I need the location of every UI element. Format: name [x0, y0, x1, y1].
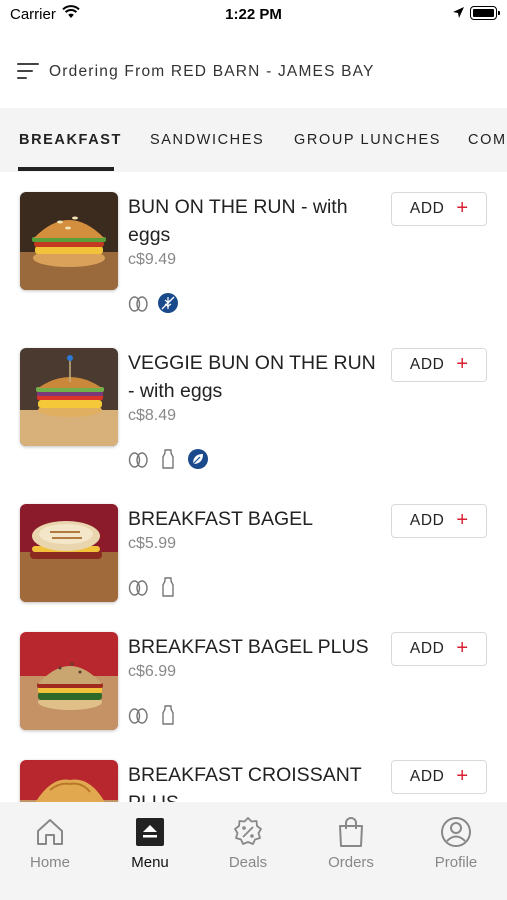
- home-icon[interactable]: [34, 816, 66, 848]
- add-button[interactable]: ADD +: [391, 348, 487, 382]
- plus-icon[interactable]: +: [456, 198, 468, 218]
- status-bar: Carrier 1:22 PM: [0, 0, 507, 30]
- milk-bottle-icon: [162, 449, 174, 469]
- dietary-badges: [127, 576, 179, 598]
- nav-orders[interactable]: Orders: [301, 802, 401, 882]
- active-tab-indicator: [18, 167, 114, 171]
- item-photo: [20, 760, 118, 802]
- item-price: c$9.49: [128, 251, 177, 268]
- add-button[interactable]: ADD +: [391, 192, 487, 226]
- tab-breakfast[interactable]: BREAKFAST: [19, 132, 122, 148]
- category-tabs: BREAKFAST SANDWICHES GROUP LUNCHES COM: [0, 108, 507, 172]
- battery-icon: [470, 6, 500, 20]
- add-button-label[interactable]: ADD: [410, 512, 445, 530]
- dietary-badges: [127, 704, 179, 726]
- menu-icon[interactable]: [134, 816, 166, 848]
- item-photo: [20, 348, 118, 446]
- item-name[interactable]: VEGGIE BUN ON THE RUN - with eggs: [128, 349, 380, 405]
- add-button-label[interactable]: ADD: [410, 768, 445, 786]
- plus-icon[interactable]: +: [456, 354, 468, 374]
- milk-bottle-icon: [162, 577, 174, 597]
- add-button[interactable]: ADD +: [391, 504, 487, 538]
- item-name[interactable]: BREAKFAST BAGEL PLUS: [128, 633, 380, 661]
- menu-item[interactable]: BUN ON THE RUN - with eggs c$9.49 ADD +: [0, 172, 507, 313]
- nav-profile-label[interactable]: Profile: [406, 854, 506, 871]
- add-button[interactable]: ADD +: [391, 632, 487, 666]
- item-name[interactable]: BUN ON THE RUN - with eggs: [128, 193, 380, 249]
- item-price: c$5.99: [128, 535, 177, 552]
- user-circle-icon[interactable]: [440, 816, 472, 848]
- tab-group-lunches[interactable]: GROUP LUNCHES: [294, 132, 441, 148]
- add-button-label[interactable]: ADD: [410, 200, 445, 218]
- item-price: c$6.99: [128, 663, 177, 680]
- nav-deals-label[interactable]: Deals: [198, 854, 298, 871]
- plus-icon[interactable]: +: [456, 766, 468, 786]
- nav-profile[interactable]: Profile: [406, 802, 506, 882]
- plus-icon[interactable]: +: [456, 510, 468, 530]
- menu-item[interactable]: VEGGIE BUN ON THE RUN - with eggs c$8.49…: [0, 328, 507, 469]
- menu-item[interactable]: BREAKFAST BAGEL c$5.99 ADD +: [0, 484, 507, 612]
- menu-item[interactable]: BREAKFAST CROISSANT PLUS ADD +: [0, 740, 507, 802]
- nav-menu-label[interactable]: Menu: [100, 854, 200, 871]
- egg-icon: [128, 452, 148, 468]
- item-photo: [20, 192, 118, 290]
- shopping-bag-icon[interactable]: [335, 816, 367, 848]
- status-time: 1:22 PM: [225, 6, 282, 23]
- nav-orders-label[interactable]: Orders: [301, 854, 401, 871]
- item-price: c$8.49: [128, 407, 177, 424]
- plus-icon[interactable]: +: [456, 638, 468, 658]
- menu-item[interactable]: BREAKFAST BAGEL PLUS c$6.99 ADD +: [0, 612, 507, 740]
- item-photo: [20, 632, 118, 730]
- nav-home-label[interactable]: Home: [0, 854, 100, 871]
- add-button-label[interactable]: ADD: [410, 356, 445, 374]
- egg-icon: [128, 580, 148, 596]
- nav-home[interactable]: Home: [0, 802, 100, 882]
- tab-combos[interactable]: COM: [468, 132, 507, 148]
- location-arrow-icon: [453, 7, 464, 18]
- location-header[interactable]: Ordering From RED BARN - JAMES BAY: [0, 48, 507, 98]
- filter-lines-icon[interactable]: [17, 62, 39, 80]
- ordering-from-label[interactable]: Ordering From RED BARN - JAMES BAY: [49, 63, 375, 81]
- item-photo: [20, 504, 118, 602]
- percent-badge-icon[interactable]: [232, 816, 264, 848]
- milk-bottle-icon: [162, 705, 174, 725]
- item-name[interactable]: BREAKFAST BAGEL: [128, 505, 380, 533]
- add-button-label[interactable]: ADD: [410, 640, 445, 658]
- dietary-badges: [127, 448, 209, 470]
- egg-icon: [128, 708, 148, 724]
- dietary-badges: [127, 292, 179, 314]
- item-name[interactable]: BREAKFAST CROISSANT PLUS: [128, 761, 380, 802]
- tab-sandwiches[interactable]: SANDWICHES: [150, 132, 264, 148]
- add-button[interactable]: ADD +: [391, 760, 487, 794]
- nav-menu[interactable]: Menu: [100, 802, 200, 882]
- bottom-navigation: Home Menu Deals Orders Profile: [0, 802, 507, 900]
- menu-item-list[interactable]: BUN ON THE RUN - with eggs c$9.49 ADD +: [0, 172, 507, 802]
- no-gluten-badge-icon: [158, 293, 178, 313]
- egg-icon: [128, 296, 148, 312]
- nav-deals[interactable]: Deals: [198, 802, 298, 882]
- vegetarian-leaf-badge-icon: [188, 449, 208, 469]
